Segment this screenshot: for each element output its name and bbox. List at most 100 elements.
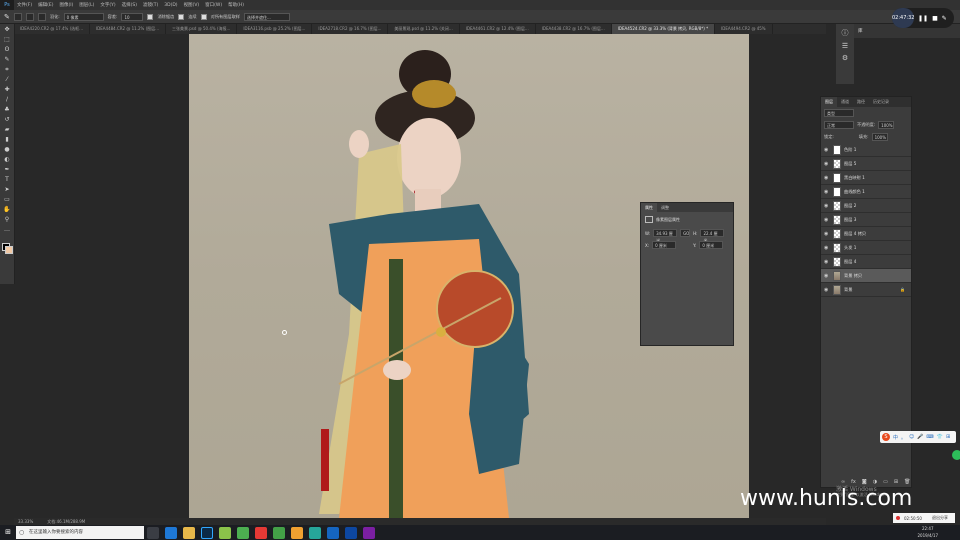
visibility-eye-icon[interactable]: ◉ (824, 273, 830, 279)
menu-layer[interactable]: 图层(L) (76, 2, 97, 8)
menu-3d[interactable]: 3D(D) (161, 3, 180, 8)
shape-tool-icon[interactable]: ▭ (2, 195, 12, 204)
visibility-eye-icon[interactable]: ◉ (824, 217, 830, 223)
visibility-eye-icon[interactable]: ◉ (824, 259, 830, 265)
background-color-swatch[interactable] (5, 246, 13, 254)
layer-row[interactable]: ◉ 图层 4 拷贝 (821, 227, 911, 241)
doc-tab[interactable]: IDEA4438.CR2 @ 16.7% (图层... (536, 24, 612, 34)
visibility-eye-icon[interactable]: ◉ (824, 245, 830, 251)
app4-icon[interactable] (273, 526, 285, 539)
edge-icon[interactable] (165, 526, 177, 539)
marquee-tool-icon[interactable]: ⬚ (2, 35, 12, 44)
ime-menu-icon[interactable]: ⊞ (946, 434, 950, 440)
ime-voice-icon[interactable]: 🎤 (917, 434, 923, 440)
doc-tab[interactable]: IDEA4494.CR2 @ 45% (715, 24, 773, 34)
hand-tool-icon[interactable]: ✋ (2, 205, 12, 214)
wechat-icon[interactable] (291, 526, 303, 539)
tab-layers[interactable]: 图层 (821, 97, 837, 107)
type-tool-icon[interactable]: T (2, 175, 12, 184)
tab-properties[interactable]: 属性 (641, 203, 657, 212)
info-icon[interactable]: ⓘ (836, 28, 854, 38)
width-input[interactable]: 34.93 厘米 (653, 229, 678, 243)
windows-start-icon[interactable]: ⊞ (0, 525, 16, 540)
zoom-level[interactable]: 33.33% (18, 519, 33, 524)
layer-row[interactable]: ◉ 图层 4 (821, 255, 911, 269)
doc-tab-active[interactable]: IDEA4524.CR2 @ 33.3% (背景 拷贝, RGB/8*) * (611, 24, 716, 34)
menu-filter[interactable]: 滤镜(T) (140, 2, 161, 8)
visibility-eye-icon[interactable]: ◉ (824, 231, 830, 237)
fill-input[interactable]: 100% (871, 133, 888, 141)
library-tab[interactable]: 库 (858, 28, 863, 34)
healing-tool-icon[interactable]: ✚ (2, 85, 12, 94)
visibility-eye-icon[interactable]: ◉ (824, 161, 830, 167)
ime-emoji-icon[interactable]: ☺ (909, 434, 914, 440)
pause-icon[interactable]: ❚❚ (918, 15, 928, 22)
exit-share-button[interactable]: 退出分享 (932, 515, 948, 521)
layer-row[interactable]: ◉ 头发 1 (821, 241, 911, 255)
new-layer-icon[interactable]: ⊞ (894, 479, 898, 485)
properties-icon[interactable]: ⚙ (836, 54, 854, 62)
photoshop-taskbar-icon[interactable] (201, 526, 213, 539)
feather-input[interactable]: 0 像素 (63, 12, 104, 21)
taskbar-clock[interactable]: 22:47 2019/4/17 (917, 525, 938, 540)
stamp-tool-icon[interactable]: ♣ (2, 105, 12, 114)
doc-tab[interactable]: IDEA4484.CR2 @ 11.2% (图层... (90, 24, 166, 34)
app1-icon[interactable] (219, 526, 231, 539)
visibility-eye-icon[interactable]: ◉ (824, 287, 830, 293)
more-tools-icon[interactable]: … (2, 225, 12, 234)
folder-icon[interactable]: ▭ (883, 479, 888, 485)
layer-row[interactable]: ◉ 图层 5 (821, 157, 911, 171)
trash-icon[interactable]: 🗑 (904, 479, 910, 485)
link-dimensions-button[interactable]: GO (680, 229, 691, 237)
contiguous-checkbox[interactable] (178, 13, 185, 20)
tab-channels[interactable]: 通道 (837, 97, 853, 107)
opacity-input[interactable]: 100% (878, 121, 895, 129)
layer-row[interactable]: ◉ 曲线颜色 1 (821, 185, 911, 199)
antialias-checkbox[interactable] (147, 13, 154, 20)
menu-file[interactable]: 文件(F) (14, 2, 35, 8)
brush-tool-icon[interactable]: ∕ (2, 95, 12, 104)
ime-mode[interactable]: 中 (893, 434, 898, 441)
sample-all-checkbox[interactable] (200, 13, 207, 20)
layer-row[interactable]: ◉ 色阶 1 (821, 143, 911, 157)
pen-icon[interactable]: ✎ (942, 15, 947, 22)
doc-tab[interactable]: 三张美景.psd @ 50.4% (海报... (166, 24, 238, 34)
menu-view[interactable]: 视图(V) (181, 2, 203, 8)
visibility-eye-icon[interactable]: ◉ (824, 189, 830, 195)
file-explorer-icon[interactable] (183, 526, 195, 539)
app2-icon[interactable] (237, 526, 249, 539)
lasso-tool-icon[interactable]: ʘ (2, 45, 12, 54)
blend-mode-select[interactable]: 正常 (824, 121, 854, 129)
move-tool-icon[interactable]: ✥ (2, 25, 12, 34)
crop-tool-icon[interactable]: ⌗ (2, 65, 12, 74)
layer-row[interactable]: ◉ 图层 2 (821, 199, 911, 213)
quick-select-icon[interactable]: ✎ (4, 13, 10, 21)
app3-icon[interactable] (255, 526, 267, 539)
visibility-eye-icon[interactable]: ◉ (824, 147, 830, 153)
dodge-tool-icon[interactable]: ◐ (2, 155, 12, 164)
layer-row-selected[interactable]: ◉ 背景 拷贝 (821, 269, 911, 283)
app5-icon[interactable] (309, 526, 321, 539)
gradient-tool-icon[interactable]: ▮ (2, 135, 12, 144)
visibility-eye-icon[interactable]: ◉ (824, 203, 830, 209)
layer-row[interactable]: ◉ 黑白映射 1 (821, 171, 911, 185)
doc-tab[interactable]: IDEA3116.psb @ 25.2% (图层... (237, 24, 313, 34)
doc-tab[interactable]: 美丽景观.psd @ 11.2% (关闭... (388, 24, 460, 34)
adjust-icon[interactable]: ☰ (836, 42, 854, 50)
path-select-icon[interactable]: ➤ (2, 185, 12, 194)
taskbar-search-input[interactable]: ○ 在这里输入你要搜索的内容 (16, 526, 144, 539)
app8-icon[interactable] (363, 526, 375, 539)
menu-edit[interactable]: 编辑(E) (35, 2, 56, 8)
y-input[interactable]: 0 厘米 (699, 241, 724, 249)
selection-mode-new[interactable] (13, 12, 22, 21)
tab-paths[interactable]: 路径 (853, 97, 869, 107)
doc-tab[interactable]: IDEA2718.CR2 @ 16.7% (图层... (312, 24, 389, 34)
ime-keyboard-icon[interactable]: ⌨ (926, 434, 933, 440)
pen-tool-icon[interactable]: ✒ (2, 165, 12, 174)
history-brush-icon[interactable]: ↺ (2, 115, 12, 124)
quick-select-tool-icon[interactable]: ✎ (2, 55, 12, 64)
blur-tool-icon[interactable]: ● (2, 145, 12, 154)
tab-adjustments[interactable]: 调整 (657, 203, 673, 212)
stop-icon[interactable]: ■ (932, 15, 938, 22)
menu-image[interactable]: 图像(I) (56, 2, 76, 8)
